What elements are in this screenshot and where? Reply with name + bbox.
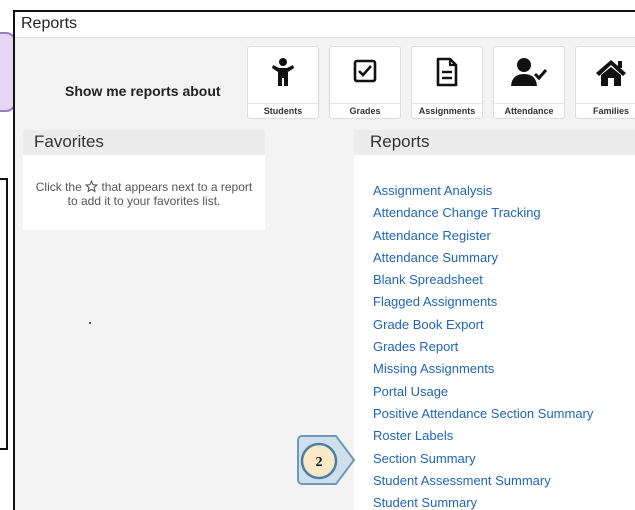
report-link-attendance-change-tracking[interactable]: Attendance Change Tracking: [373, 205, 593, 227]
report-link-attendance-summary[interactable]: Attendance Summary: [373, 250, 593, 272]
report-link-student-summary[interactable]: Student Summary: [373, 495, 593, 510]
category-label: Grades: [330, 103, 400, 118]
report-link-attendance-register[interactable]: Attendance Register: [373, 228, 593, 250]
category-tile-grades[interactable]: Grades: [329, 46, 401, 119]
report-link-grades-report[interactable]: Grades Report: [373, 339, 593, 361]
adjacent-panel-edge: [0, 178, 8, 450]
reports-panel: Reports Assignment Analysis Attendance C…: [354, 130, 635, 510]
child-figure-icon: [272, 58, 294, 86]
category-tile-students[interactable]: Students: [247, 46, 319, 119]
step-callout: 2: [286, 428, 366, 492]
star-icon: [85, 180, 99, 193]
report-link-positive-attendance-section-summary[interactable]: Positive Attendance Section Summary: [373, 406, 593, 428]
checkbox-icon: [353, 59, 377, 83]
home-icon: [596, 60, 626, 86]
report-link-section-summary[interactable]: Section Summary: [373, 451, 593, 473]
report-link-student-assessment-summary[interactable]: Student Assessment Summary: [373, 473, 593, 495]
favorites-title: Favorites: [23, 130, 265, 155]
stray-dot: [89, 322, 91, 324]
category-label: Students: [248, 103, 318, 118]
category-tile-attendance[interactable]: Attendance: [493, 46, 565, 119]
category-prompt: Show me reports about: [65, 83, 221, 99]
category-bar: Show me reports about Students Grades As: [15, 38, 635, 130]
report-link-flagged-assignments[interactable]: Flagged Assignments: [373, 294, 593, 316]
report-link-grade-book-export[interactable]: Grade Book Export: [373, 317, 593, 339]
report-link-portal-usage[interactable]: Portal Usage: [373, 384, 593, 406]
category-label: Attendance: [494, 103, 564, 118]
category-tile-families[interactable]: Families: [575, 46, 635, 119]
person-check-icon: [511, 58, 548, 86]
category-tile-assignments[interactable]: Assignments: [411, 46, 483, 119]
reports-title: Reports: [354, 130, 635, 155]
document-icon: [436, 57, 458, 87]
favorites-hint: Click the that appears next to a report …: [23, 180, 265, 208]
category-label: Assignments: [412, 103, 482, 118]
favorites-hint-start: Click the: [35, 180, 82, 194]
report-list: Assignment Analysis Attendance Change Tr…: [373, 183, 593, 510]
report-link-missing-assignments[interactable]: Missing Assignments: [373, 361, 593, 383]
category-label: Families: [576, 103, 635, 118]
favorites-panel: Favorites Click the that appears next to…: [23, 130, 265, 230]
window-title: Reports: [21, 15, 78, 32]
window-titlebar: Reports: [15, 12, 635, 38]
step-number: 2: [315, 455, 323, 470]
report-link-roster-labels[interactable]: Roster Labels: [373, 428, 593, 450]
report-link-assignment-analysis[interactable]: Assignment Analysis: [373, 183, 593, 205]
report-link-blank-spreadsheet[interactable]: Blank Spreadsheet: [373, 272, 593, 294]
